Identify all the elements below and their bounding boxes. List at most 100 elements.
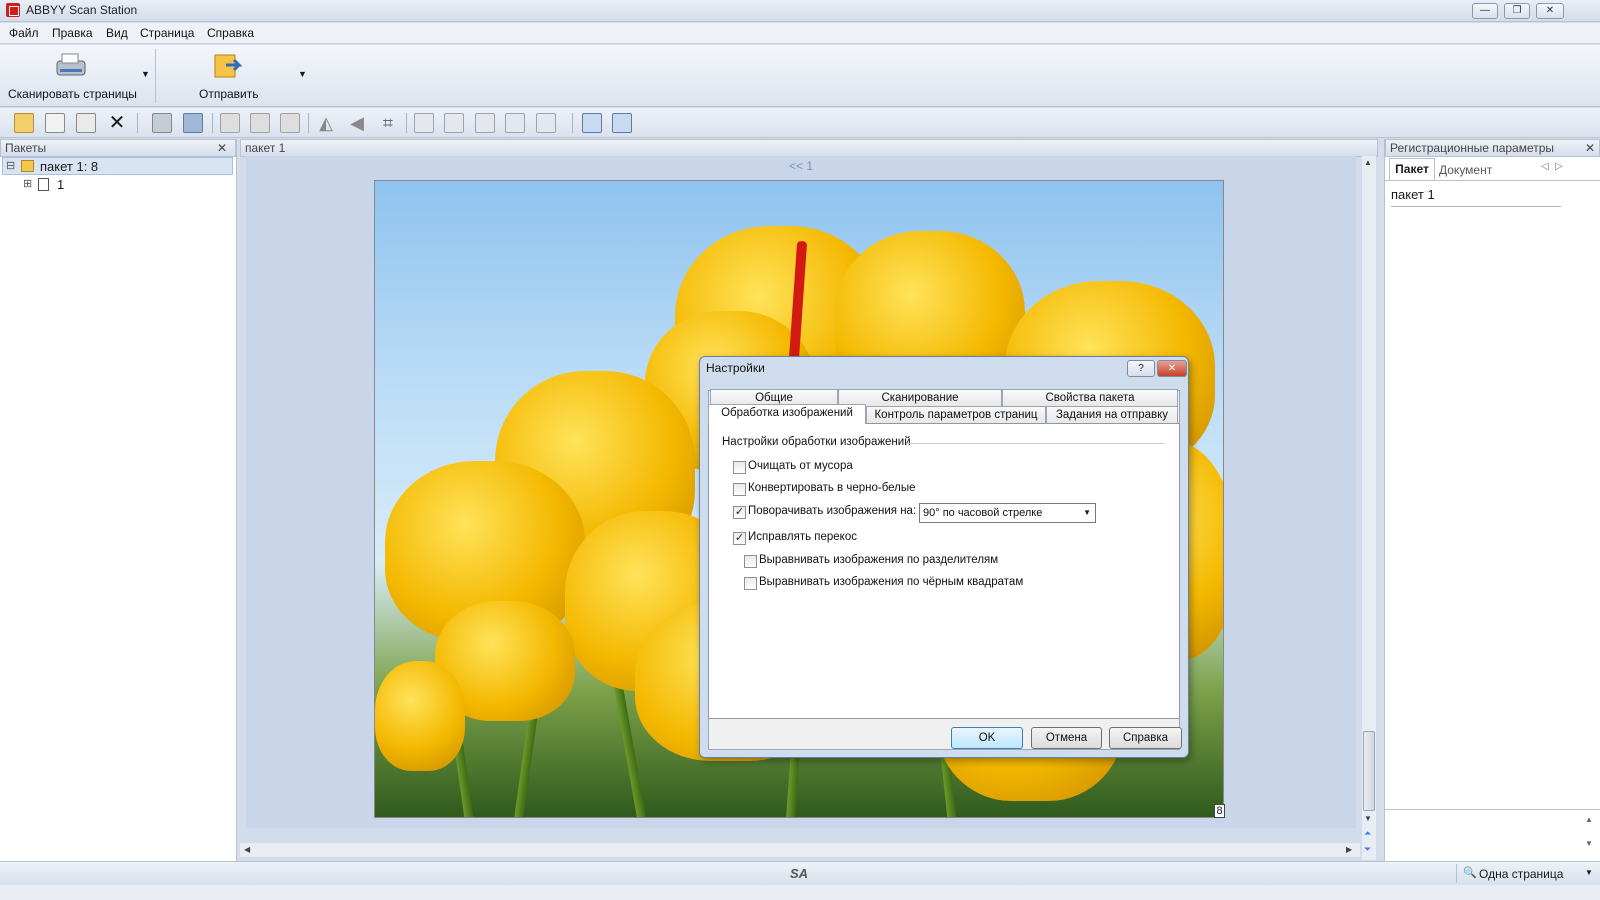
batch-name-field[interactable]: пакет 1 bbox=[1391, 187, 1561, 207]
scan-insert-icon[interactable] bbox=[183, 113, 203, 133]
image-processing-panel: Настройки обработки изображений Очищать … bbox=[708, 423, 1180, 719]
minimize-button[interactable]: — bbox=[1472, 3, 1498, 19]
cancel-button[interactable]: Отмена bbox=[1031, 727, 1102, 749]
horizontal-scrollbar[interactable]: ◀ ▶ bbox=[240, 843, 1360, 857]
tab-batch[interactable]: Пакет bbox=[1389, 158, 1435, 180]
document-tree-item[interactable]: ⊞ 1 bbox=[20, 176, 140, 194]
magnifier-icon: 🔍 bbox=[1463, 867, 1477, 879]
tab-scroll-left-icon[interactable]: ◁ bbox=[1541, 161, 1549, 172]
rotate-angle-select[interactable]: 90° по часовой стрелке ▼ bbox=[919, 503, 1096, 523]
menu-file[interactable]: Файл bbox=[9, 26, 39, 40]
tools-icon[interactable] bbox=[505, 113, 525, 133]
scroll-right-icon[interactable]: ▶ bbox=[1346, 845, 1352, 854]
checkbox-rotate[interactable]: ✓ bbox=[733, 506, 746, 519]
registration-pane-title: Регистрационные параметры bbox=[1390, 141, 1555, 155]
option-rotate-label: Поворачивать изображения на: bbox=[748, 505, 917, 517]
scan-pages-button[interactable]: Сканировать страницы bbox=[4, 47, 154, 105]
scroll-down-icon[interactable]: ▼ bbox=[1364, 814, 1372, 823]
checkbox-deskew[interactable]: ✓ bbox=[733, 532, 746, 545]
document-icon bbox=[38, 178, 49, 191]
vertical-scroll-thumb[interactable] bbox=[1363, 731, 1375, 811]
checkbox-clean-noise[interactable] bbox=[733, 461, 746, 474]
menu-page[interactable]: Страница bbox=[140, 26, 194, 40]
registration-close-icon[interactable]: ✕ bbox=[1585, 140, 1595, 156]
new-batch-icon[interactable] bbox=[14, 113, 34, 133]
vertical-scrollbar[interactable]: ▲ ▼ ⏶ ⏷ bbox=[1362, 156, 1376, 860]
delete-icon[interactable]: ✕ bbox=[107, 113, 127, 133]
view-mode-chevron-icon: ▼ bbox=[1585, 868, 1593, 877]
page-count-badge: 8 bbox=[1214, 804, 1225, 818]
toolbar-separator bbox=[137, 113, 138, 133]
batches-pane-title: Пакеты bbox=[5, 141, 47, 155]
tab-batch-properties[interactable]: Свойства пакета bbox=[1002, 389, 1178, 407]
flip-icon[interactable]: ◭ bbox=[316, 113, 336, 133]
page-navigation[interactable]: << 1 bbox=[246, 156, 1356, 176]
send-label: Отправить bbox=[199, 87, 259, 101]
tab-document[interactable]: Документ bbox=[1439, 160, 1492, 180]
split-icon[interactable] bbox=[414, 113, 434, 133]
scroll-left-icon[interactable]: ◀ bbox=[244, 845, 250, 854]
cleanup-icon[interactable] bbox=[536, 113, 556, 133]
rotate-180-icon[interactable] bbox=[280, 113, 300, 133]
export-icon[interactable] bbox=[612, 113, 632, 133]
import-icon[interactable] bbox=[582, 113, 602, 133]
panel-scroll-down-icon[interactable]: ▼ bbox=[1585, 839, 1593, 848]
toolbar-separator bbox=[212, 113, 213, 133]
mirror-icon[interactable]: ◀ bbox=[347, 113, 367, 133]
new-page-icon[interactable] bbox=[76, 113, 96, 133]
app-logo-icon bbox=[6, 3, 20, 17]
previous-page-icon[interactable]: ⏶ bbox=[1364, 828, 1371, 839]
merge-icon[interactable] bbox=[444, 113, 464, 133]
properties-icon[interactable] bbox=[475, 113, 495, 133]
ok-button[interactable]: OK bbox=[951, 727, 1023, 749]
option-clean-noise-label: Очищать от мусора bbox=[748, 460, 853, 472]
batches-pane-header: Пакеты ✕ bbox=[0, 139, 236, 157]
rescan-icon[interactable] bbox=[152, 113, 172, 133]
ribbon: Сканировать страницы ▼ Отправить ▼ bbox=[0, 45, 1600, 107]
registration-pane-header: Регистрационные параметры ✕ bbox=[1385, 139, 1600, 157]
send-button[interactable]: Отправить bbox=[190, 47, 270, 105]
option-align-separators-label: Выравнивать изображения по разделителям bbox=[759, 554, 999, 566]
option-deskew-label: Исправлять перекос bbox=[748, 531, 857, 543]
batch-tree-item[interactable]: ⊟ пакет 1: 8 bbox=[2, 157, 233, 175]
toolbar-separator bbox=[406, 113, 407, 133]
dialog-close-button[interactable]: ✕ bbox=[1157, 360, 1187, 377]
toolbar-separator bbox=[572, 113, 573, 133]
tab-send-jobs[interactable]: Задания на отправку bbox=[1046, 406, 1178, 424]
checkbox-align-black-squares[interactable] bbox=[744, 577, 757, 590]
viewer-tab[interactable]: пакет 1 bbox=[240, 139, 1378, 157]
batch-label: пакет 1: 8 bbox=[40, 159, 99, 174]
dialog-help-button[interactable]: ? bbox=[1127, 360, 1155, 377]
app-status-logo: SA bbox=[790, 866, 809, 881]
window-title: ABBYY Scan Station bbox=[26, 3, 138, 17]
checkbox-convert-bw[interactable] bbox=[733, 483, 746, 496]
send-dropdown-icon[interactable]: ▼ bbox=[298, 69, 307, 79]
scanner-icon bbox=[56, 53, 86, 76]
menu-help[interactable]: Справка bbox=[207, 26, 254, 40]
batches-close-icon[interactable]: ✕ bbox=[217, 140, 227, 156]
checkbox-align-separators[interactable] bbox=[744, 555, 757, 568]
crop-icon[interactable]: ⌗ bbox=[378, 113, 398, 133]
tab-page-control[interactable]: Контроль параметров страниц bbox=[866, 406, 1046, 424]
collapse-icon[interactable]: ⊟ bbox=[6, 159, 15, 172]
new-document-icon[interactable] bbox=[45, 113, 65, 133]
maximize-button[interactable]: ❐ bbox=[1504, 3, 1530, 19]
panel-scroll-up-icon[interactable]: ▲ bbox=[1585, 815, 1593, 824]
scan-dropdown-icon[interactable]: ▼ bbox=[141, 69, 150, 79]
view-mode-label: Одна страница bbox=[1479, 867, 1564, 881]
close-button[interactable]: ✕ bbox=[1536, 3, 1564, 19]
next-page-icon[interactable]: ⏷ bbox=[1364, 844, 1371, 855]
scroll-up-icon[interactable]: ▲ bbox=[1364, 158, 1372, 167]
tab-image-processing[interactable]: Обработка изображений bbox=[708, 404, 866, 424]
expand-icon[interactable]: ⊞ bbox=[23, 177, 32, 190]
ribbon-separator bbox=[155, 49, 156, 103]
group-divider bbox=[906, 443, 1164, 444]
help-button[interactable]: Справка bbox=[1109, 727, 1182, 749]
rotate-right-icon[interactable] bbox=[250, 113, 270, 133]
rotate-left-icon[interactable] bbox=[220, 113, 240, 133]
scan-pages-label: Сканировать страницы bbox=[8, 87, 137, 101]
view-mode-dropdown[interactable]: 🔍 Одна страница ▼ bbox=[1456, 864, 1596, 883]
menu-edit[interactable]: Правка bbox=[52, 26, 93, 40]
tab-scroll-right-icon[interactable]: ▷ bbox=[1555, 161, 1563, 172]
menu-view[interactable]: Вид bbox=[106, 26, 128, 40]
